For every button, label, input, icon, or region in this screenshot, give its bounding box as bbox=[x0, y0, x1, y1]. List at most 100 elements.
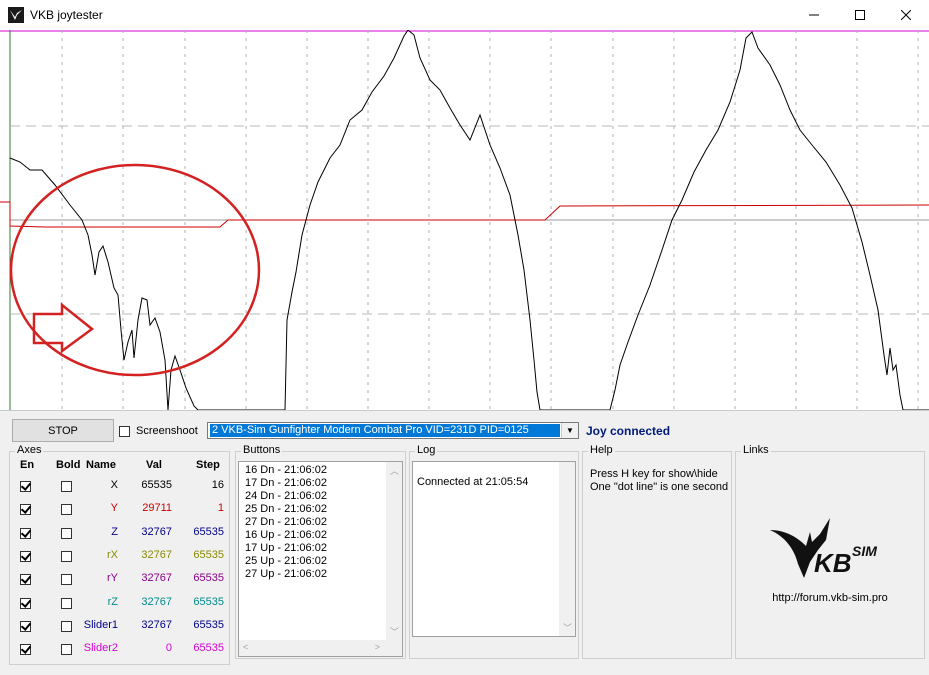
stop-button[interactable]: STOP bbox=[12, 419, 114, 442]
log-vscrollbar[interactable]: ﹀ bbox=[559, 462, 575, 636]
axis-row: Slider2 0 65535 bbox=[10, 642, 230, 665]
header-bold: Bold bbox=[56, 459, 81, 471]
axis-value: 32767 bbox=[141, 525, 172, 538]
buttons-list-items: 16 Dn - 21:06:02 17 Dn - 21:06:02 24 Dn - … bbox=[239, 462, 402, 581]
axis-value: 32767 bbox=[141, 572, 172, 585]
axis-name: Slider2 bbox=[83, 642, 118, 655]
scroll-down-icon[interactable]: ﹀ bbox=[563, 621, 572, 634]
maximize-button[interactable] bbox=[837, 0, 883, 30]
scroll-down-icon[interactable]: ﹀ bbox=[390, 625, 399, 638]
scroll-up-icon[interactable]: ︿ bbox=[390, 464, 399, 477]
axis-step: 65535 bbox=[193, 595, 224, 608]
axis-enable-checkbox[interactable] bbox=[20, 644, 31, 656]
button-event-item: 24 Dn - 21:06:02 bbox=[245, 490, 327, 502]
axis-enable-checkbox[interactable] bbox=[20, 527, 31, 539]
connection-status: Joy connected bbox=[586, 424, 671, 438]
scroll-left-icon[interactable]: < bbox=[243, 642, 248, 652]
header-step: Step bbox=[196, 459, 220, 471]
help-line: One "dot line" is one second bbox=[590, 481, 729, 493]
forum-link[interactable]: http://forum.vkb-sim.pro bbox=[736, 592, 924, 604]
vkb-app-icon bbox=[8, 7, 24, 23]
button-event-item: 17 Dn - 21:06:02 bbox=[245, 477, 327, 489]
button-event-item: 17 Up - 21:06:02 bbox=[245, 542, 327, 554]
log-group-title: Log bbox=[415, 444, 438, 456]
axes-group-title: Axes bbox=[15, 444, 44, 456]
buttons-vscrollbar[interactable]: ︿ ﹀ bbox=[386, 462, 402, 640]
log-group: Log Connected at 21:05:54 ﹀ bbox=[409, 444, 579, 659]
button-event-item: 27 Dn - 21:06:02 bbox=[245, 516, 327, 528]
y-axis-trace bbox=[0, 201, 929, 228]
minimize-icon bbox=[809, 14, 819, 16]
header-name: Name bbox=[86, 459, 116, 471]
axis-step: 65535 bbox=[193, 642, 224, 655]
logo-sub: SIM bbox=[852, 543, 877, 559]
window-title: VKB joytester bbox=[30, 8, 103, 22]
button-event-item: 27 Up - 21:06:02 bbox=[245, 568, 327, 580]
close-icon bbox=[901, 10, 911, 20]
axis-plot bbox=[0, 30, 929, 410]
header-en: En bbox=[20, 459, 35, 471]
axis-row: Slider1 32767 65535 bbox=[10, 619, 230, 642]
axis-enable-checkbox[interactable] bbox=[20, 620, 31, 632]
axis-name: rX bbox=[107, 548, 118, 561]
button-event-item: 25 Up - 21:06:02 bbox=[245, 555, 327, 567]
button-event-item: 25 Dn - 21:06:02 bbox=[245, 503, 327, 515]
axis-row: rX 32767 65535 bbox=[10, 549, 230, 572]
help-line: Press H key for show\hide bbox=[590, 468, 718, 480]
axis-enable-checkbox[interactable] bbox=[20, 574, 31, 586]
links-group-title: Links bbox=[741, 444, 771, 456]
axis-row: rZ 32767 65535 bbox=[10, 596, 230, 619]
help-group-title: Help bbox=[588, 444, 615, 456]
maximize-icon bbox=[855, 10, 865, 20]
axis-value: 32767 bbox=[141, 618, 172, 631]
axis-name: rZ bbox=[107, 595, 118, 608]
links-group: Links KB SIM http://forum.vkb-sim.pro bbox=[735, 444, 925, 659]
axis-enable-checkbox[interactable] bbox=[20, 597, 31, 609]
title-bar: VKB joytester bbox=[0, 0, 929, 30]
button-event-item: 16 Dn - 21:06:02 bbox=[245, 464, 327, 476]
axis-row: rY 32767 65535 bbox=[10, 572, 230, 595]
axis-name: rY bbox=[107, 572, 118, 585]
axis-step: 65535 bbox=[193, 548, 224, 561]
log-text: Connected at 21:05:54 bbox=[417, 476, 529, 488]
axis-name: Slider1 bbox=[83, 618, 118, 631]
button-event-item: 16 Up - 21:06:02 bbox=[245, 529, 327, 541]
buttons-group: Buttons 16 Dn - 21:06:02 17 Dn - 21:06:02… bbox=[235, 444, 406, 659]
axis-step: 65535 bbox=[193, 572, 224, 585]
screenshot-label: Screenshoot bbox=[136, 425, 198, 437]
log-textbox[interactable]: Connected at 21:05:54 ﹀ bbox=[412, 461, 576, 637]
axis-enable-checkbox[interactable] bbox=[20, 550, 31, 562]
annotation-arrow bbox=[32, 302, 95, 354]
axis-row: Z 32767 65535 bbox=[10, 526, 230, 549]
axis-value: 32767 bbox=[141, 548, 172, 561]
scroll-right-icon[interactable]: > bbox=[375, 642, 380, 652]
close-button[interactable] bbox=[883, 0, 929, 30]
axis-name: Y bbox=[110, 502, 118, 515]
axis-row: X 65535 16 bbox=[10, 479, 230, 502]
axis-value: 32767 bbox=[141, 595, 172, 608]
axes-group: Axes En Bold Name Val Step X 65535 16 Y 2971… bbox=[9, 444, 230, 665]
device-select[interactable]: 2 VKB-Sim Gunfighter Modern Combat Pro V… bbox=[207, 422, 579, 439]
screenshot-option[interactable]: Screenshoot bbox=[119, 425, 198, 437]
buttons-list[interactable]: 16 Dn - 21:06:02 17 Dn - 21:06:02 24 Dn - … bbox=[238, 461, 403, 657]
vkb-sim-logo: KB SIM bbox=[770, 518, 877, 578]
axis-step: 16 bbox=[211, 479, 224, 491]
screenshot-checkbox[interactable] bbox=[119, 425, 130, 437]
axis-value: 65535 bbox=[141, 479, 172, 491]
axis-value: 0 bbox=[165, 642, 172, 655]
minimize-button[interactable] bbox=[791, 0, 837, 30]
axis-name: Z bbox=[111, 525, 118, 538]
axis-enable-checkbox[interactable] bbox=[20, 481, 31, 492]
axis-step: 65535 bbox=[193, 618, 224, 631]
axis-enable-checkbox[interactable] bbox=[20, 504, 31, 516]
help-text: Press H key for show\hide One "dot line"… bbox=[590, 468, 728, 494]
axis-row: Y 29711 1 bbox=[10, 502, 230, 525]
chevron-down-icon[interactable]: ▼ bbox=[561, 423, 578, 438]
axis-name: X bbox=[110, 479, 118, 491]
header-val: Val bbox=[146, 459, 162, 471]
help-group: Help Press H key for show\hide One "dot … bbox=[582, 444, 732, 659]
axis-value: 29711 bbox=[142, 502, 172, 515]
device-selected-value: 2 VKB-Sim Gunfighter Modern Combat Pro V… bbox=[210, 424, 560, 437]
buttons-group-title: Buttons bbox=[241, 444, 283, 456]
buttons-hscrollbar[interactable]: < > bbox=[239, 640, 402, 656]
